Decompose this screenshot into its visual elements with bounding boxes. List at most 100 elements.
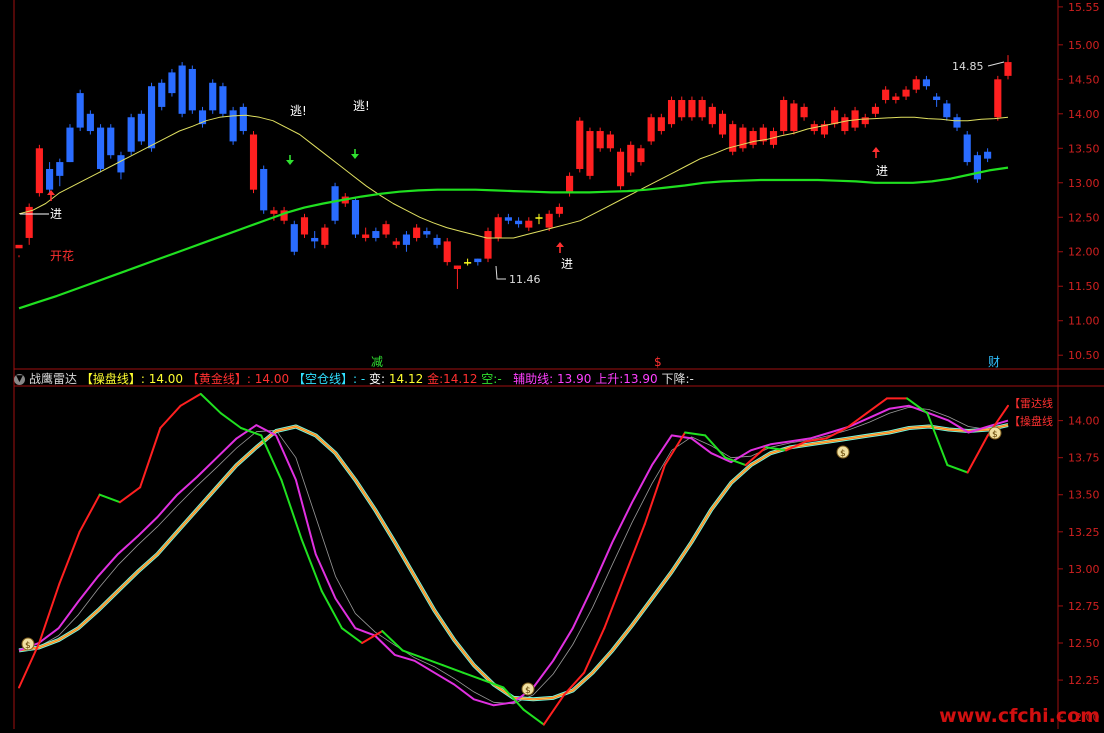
candle <box>555 203 563 218</box>
candle <box>963 131 971 166</box>
candle-body <box>178 65 186 114</box>
price-tick-label: 11.50 <box>1068 280 1100 293</box>
tao-signal-text: 逃! <box>290 104 307 118</box>
candle <box>698 96 706 121</box>
candle-body <box>933 96 941 101</box>
money-bag-glyph: $ <box>25 641 31 651</box>
leida-line-segment <box>179 392 202 407</box>
legend-caopan: 【操盘线 <box>1009 415 1053 428</box>
price-tick-label: 14.00 <box>1068 108 1100 121</box>
candle <box>46 162 54 194</box>
candle <box>535 213 543 225</box>
chart-canvas[interactable]: 15.55 15.00 14.50 14.00 13.50 13.00 12.50 12.00… <box>0 0 1104 729</box>
jin-value: 14.12 <box>443 372 478 386</box>
candle <box>627 141 635 176</box>
candle <box>718 110 727 138</box>
leida-line-segment <box>603 575 626 630</box>
candle <box>515 217 523 228</box>
arrow-up-icon <box>872 147 880 158</box>
shangsheng-label: 上升: <box>595 372 624 386</box>
candle-body <box>76 93 84 128</box>
indicator-tick-label: 12.25 <box>1068 674 1100 687</box>
candle-body <box>627 144 635 173</box>
candle <box>137 110 145 145</box>
candle <box>729 120 737 156</box>
leida-line-segment <box>583 627 606 674</box>
candle <box>229 106 237 145</box>
huangjin-label: 【黄金线】 <box>186 372 247 386</box>
jin-label: 金: <box>427 372 444 386</box>
candle-body <box>290 224 298 252</box>
arrow-head <box>351 154 359 159</box>
candle-body <box>117 155 125 173</box>
indicator-tick-label: 13.50 <box>1068 489 1100 502</box>
candle <box>637 144 645 166</box>
arrow-up-icon <box>556 242 564 253</box>
price-tick-label: 13.50 <box>1068 142 1100 155</box>
candle-body <box>15 244 23 249</box>
price-axis: 15.55 15.00 14.50 14.00 13.50 13.00 12.50 12.00… <box>1058 1 1100 362</box>
caopan-line-glow <box>18 423 1009 702</box>
candle-body <box>484 231 492 259</box>
leida-line-segment <box>219 412 242 429</box>
caopan-label: 【操盘线】 <box>80 372 141 386</box>
candle-body <box>851 110 859 128</box>
leida-line-segment <box>946 464 969 474</box>
candle <box>912 75 920 94</box>
candle <box>147 82 156 152</box>
price-tick-label: 15.55 <box>1068 1 1100 14</box>
candle <box>382 220 390 238</box>
price-tick-label: 14.50 <box>1068 73 1100 86</box>
indicator-tick-label: 13.75 <box>1068 452 1100 465</box>
candle <box>453 265 461 289</box>
candle-body <box>96 127 105 169</box>
candle <box>35 144 43 197</box>
kong-value: - <box>497 372 502 386</box>
candle <box>739 124 747 152</box>
indicator-lines: $ $ $ $ <box>18 392 1009 726</box>
candle-body <box>688 100 696 118</box>
money-bag-glyph: $ <box>525 686 531 696</box>
candle <box>362 227 370 242</box>
candle <box>96 124 105 173</box>
candle-body <box>239 106 247 132</box>
fuzhu-line <box>18 404 1009 707</box>
price-tick-label: 13.00 <box>1068 177 1100 190</box>
candle-body <box>566 175 574 194</box>
jin-signal-text: 进 <box>50 207 62 221</box>
candle-body <box>311 237 319 242</box>
candle-body <box>219 86 227 114</box>
candle-body <box>780 100 788 132</box>
indicator-name[interactable]: 战鹰雷达 <box>29 372 77 386</box>
candle-body <box>443 241 451 263</box>
xiajiang-label: 下降: <box>661 372 690 386</box>
indicator-tick-label: 14.00 <box>1068 415 1100 428</box>
candle <box>76 89 84 132</box>
arrow-down-icon <box>351 149 359 159</box>
candle-body <box>718 113 727 135</box>
leida-line-segment <box>58 530 81 585</box>
low-price-label: 11.46 <box>509 273 541 286</box>
candle-body <box>708 106 716 125</box>
high-pointer <box>987 61 1005 67</box>
candle-body <box>535 217 543 219</box>
leida-line-segment <box>966 434 989 474</box>
chevron-down-icon[interactable]: ▼ <box>14 374 25 385</box>
huangjin-line <box>18 424 1009 700</box>
candle <box>882 86 890 104</box>
candle-body <box>56 162 64 176</box>
candle-body <box>667 100 676 125</box>
candle-body <box>922 79 931 87</box>
candle <box>260 165 268 214</box>
candle <box>423 227 431 238</box>
candle <box>219 82 227 118</box>
candle-body <box>331 186 339 221</box>
candle-body <box>555 206 563 214</box>
bian-label: 变: <box>369 372 386 386</box>
candle-body <box>107 127 115 156</box>
candle <box>372 227 380 242</box>
kongcang-value: : - <box>352 372 366 386</box>
kong-label: 空: <box>481 372 498 386</box>
candle <box>392 237 400 249</box>
price-tick-label: 11.00 <box>1068 315 1100 328</box>
